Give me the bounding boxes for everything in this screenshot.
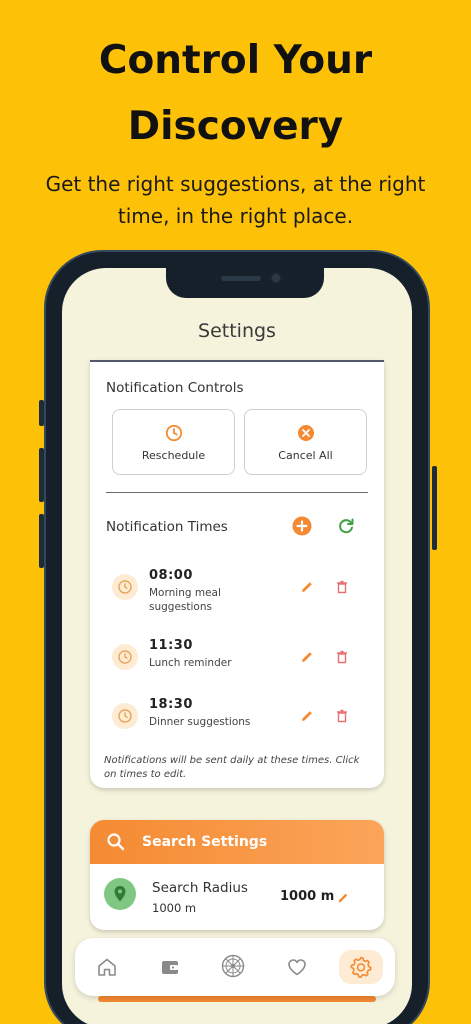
edit-icon[interactable] [299,708,315,724]
hero-title-line1: Control Your [98,38,373,83]
wheel-icon [221,954,245,978]
cancel-icon [297,425,314,441]
search-settings-card: Search Settings Search Radius 1000 m 100… [90,820,384,930]
page-title: Settings [198,320,276,342]
home-icon [98,958,116,976]
section-divider [106,492,368,493]
delete-icon[interactable] [334,708,350,724]
hero-title-line2: Discovery [127,104,344,149]
phone-screen: Settings Notification Controls Reschedul… [62,268,412,1024]
clock-icon [112,644,138,670]
clock-icon [112,574,138,600]
nav-wallet[interactable] [152,950,188,984]
search-radius-label: Search Radius [152,880,248,896]
notification-controls-label: Notification Controls [106,380,244,396]
clock-icon [112,703,138,729]
volume-down-button [39,514,44,568]
nav-home[interactable] [89,950,125,984]
mute-switch [39,400,44,426]
wallet-icon [162,961,178,974]
volume-up-button [39,448,44,502]
time-value: 08:00 [149,568,193,583]
bottom-navigation [75,938,395,996]
time-value: 18:30 [149,697,193,712]
notch [166,268,324,298]
search-radius-value[interactable]: 1000 m [280,889,334,904]
refresh-icon[interactable] [336,516,356,536]
gear-icon [350,956,372,978]
reschedule-button[interactable]: Reschedule [112,409,235,475]
notifications-card: Notification Controls Reschedule Cancel … [90,360,384,788]
search-settings-header[interactable]: Search Settings [90,820,384,864]
time-description: Morning meal suggestions [149,587,221,613]
cancel-all-button[interactable]: Cancel All [244,409,367,475]
front-camera [270,272,282,284]
delete-icon[interactable] [334,579,350,595]
search-settings-label: Search Settings [142,834,268,850]
time-description: Dinner suggestions [149,716,251,728]
search-icon [107,833,125,851]
hero-subtitle: Get the right suggestions, at the right … [45,172,426,228]
nav-favorites[interactable] [279,950,315,984]
cancel-all-label: Cancel All [278,449,333,462]
heart-icon [288,959,306,976]
notification-times-label: Notification Times [106,519,228,535]
location-pin-icon [104,878,136,910]
clock-icon [165,424,182,442]
search-radius-subtitle: 1000 m [152,901,197,915]
notification-note: Notifications will be sent daily at thes… [104,755,360,780]
time-row[interactable]: 08:00 Morning meal suggestions [112,568,376,613]
add-time-icon[interactable] [292,516,312,536]
nav-settings[interactable] [339,950,383,984]
phone-frame: Settings Notification Controls Reschedul… [39,250,437,1024]
edit-icon[interactable] [336,891,350,905]
delete-icon[interactable] [334,649,350,665]
nav-wheel[interactable] [215,950,251,984]
time-description: Lunch reminder [149,657,232,669]
time-row[interactable]: 11:30 Lunch reminder [112,638,376,682]
edit-icon[interactable] [299,649,315,665]
time-row[interactable]: 18:30 Dinner suggestions [112,697,376,741]
edit-icon[interactable] [299,579,315,595]
scroll-peek-strip [98,996,376,1002]
power-button [432,466,437,550]
reschedule-label: Reschedule [141,449,206,462]
time-value: 11:30 [149,638,193,653]
hero-title: Control Your Discovery [0,28,471,160]
speaker [221,276,261,281]
